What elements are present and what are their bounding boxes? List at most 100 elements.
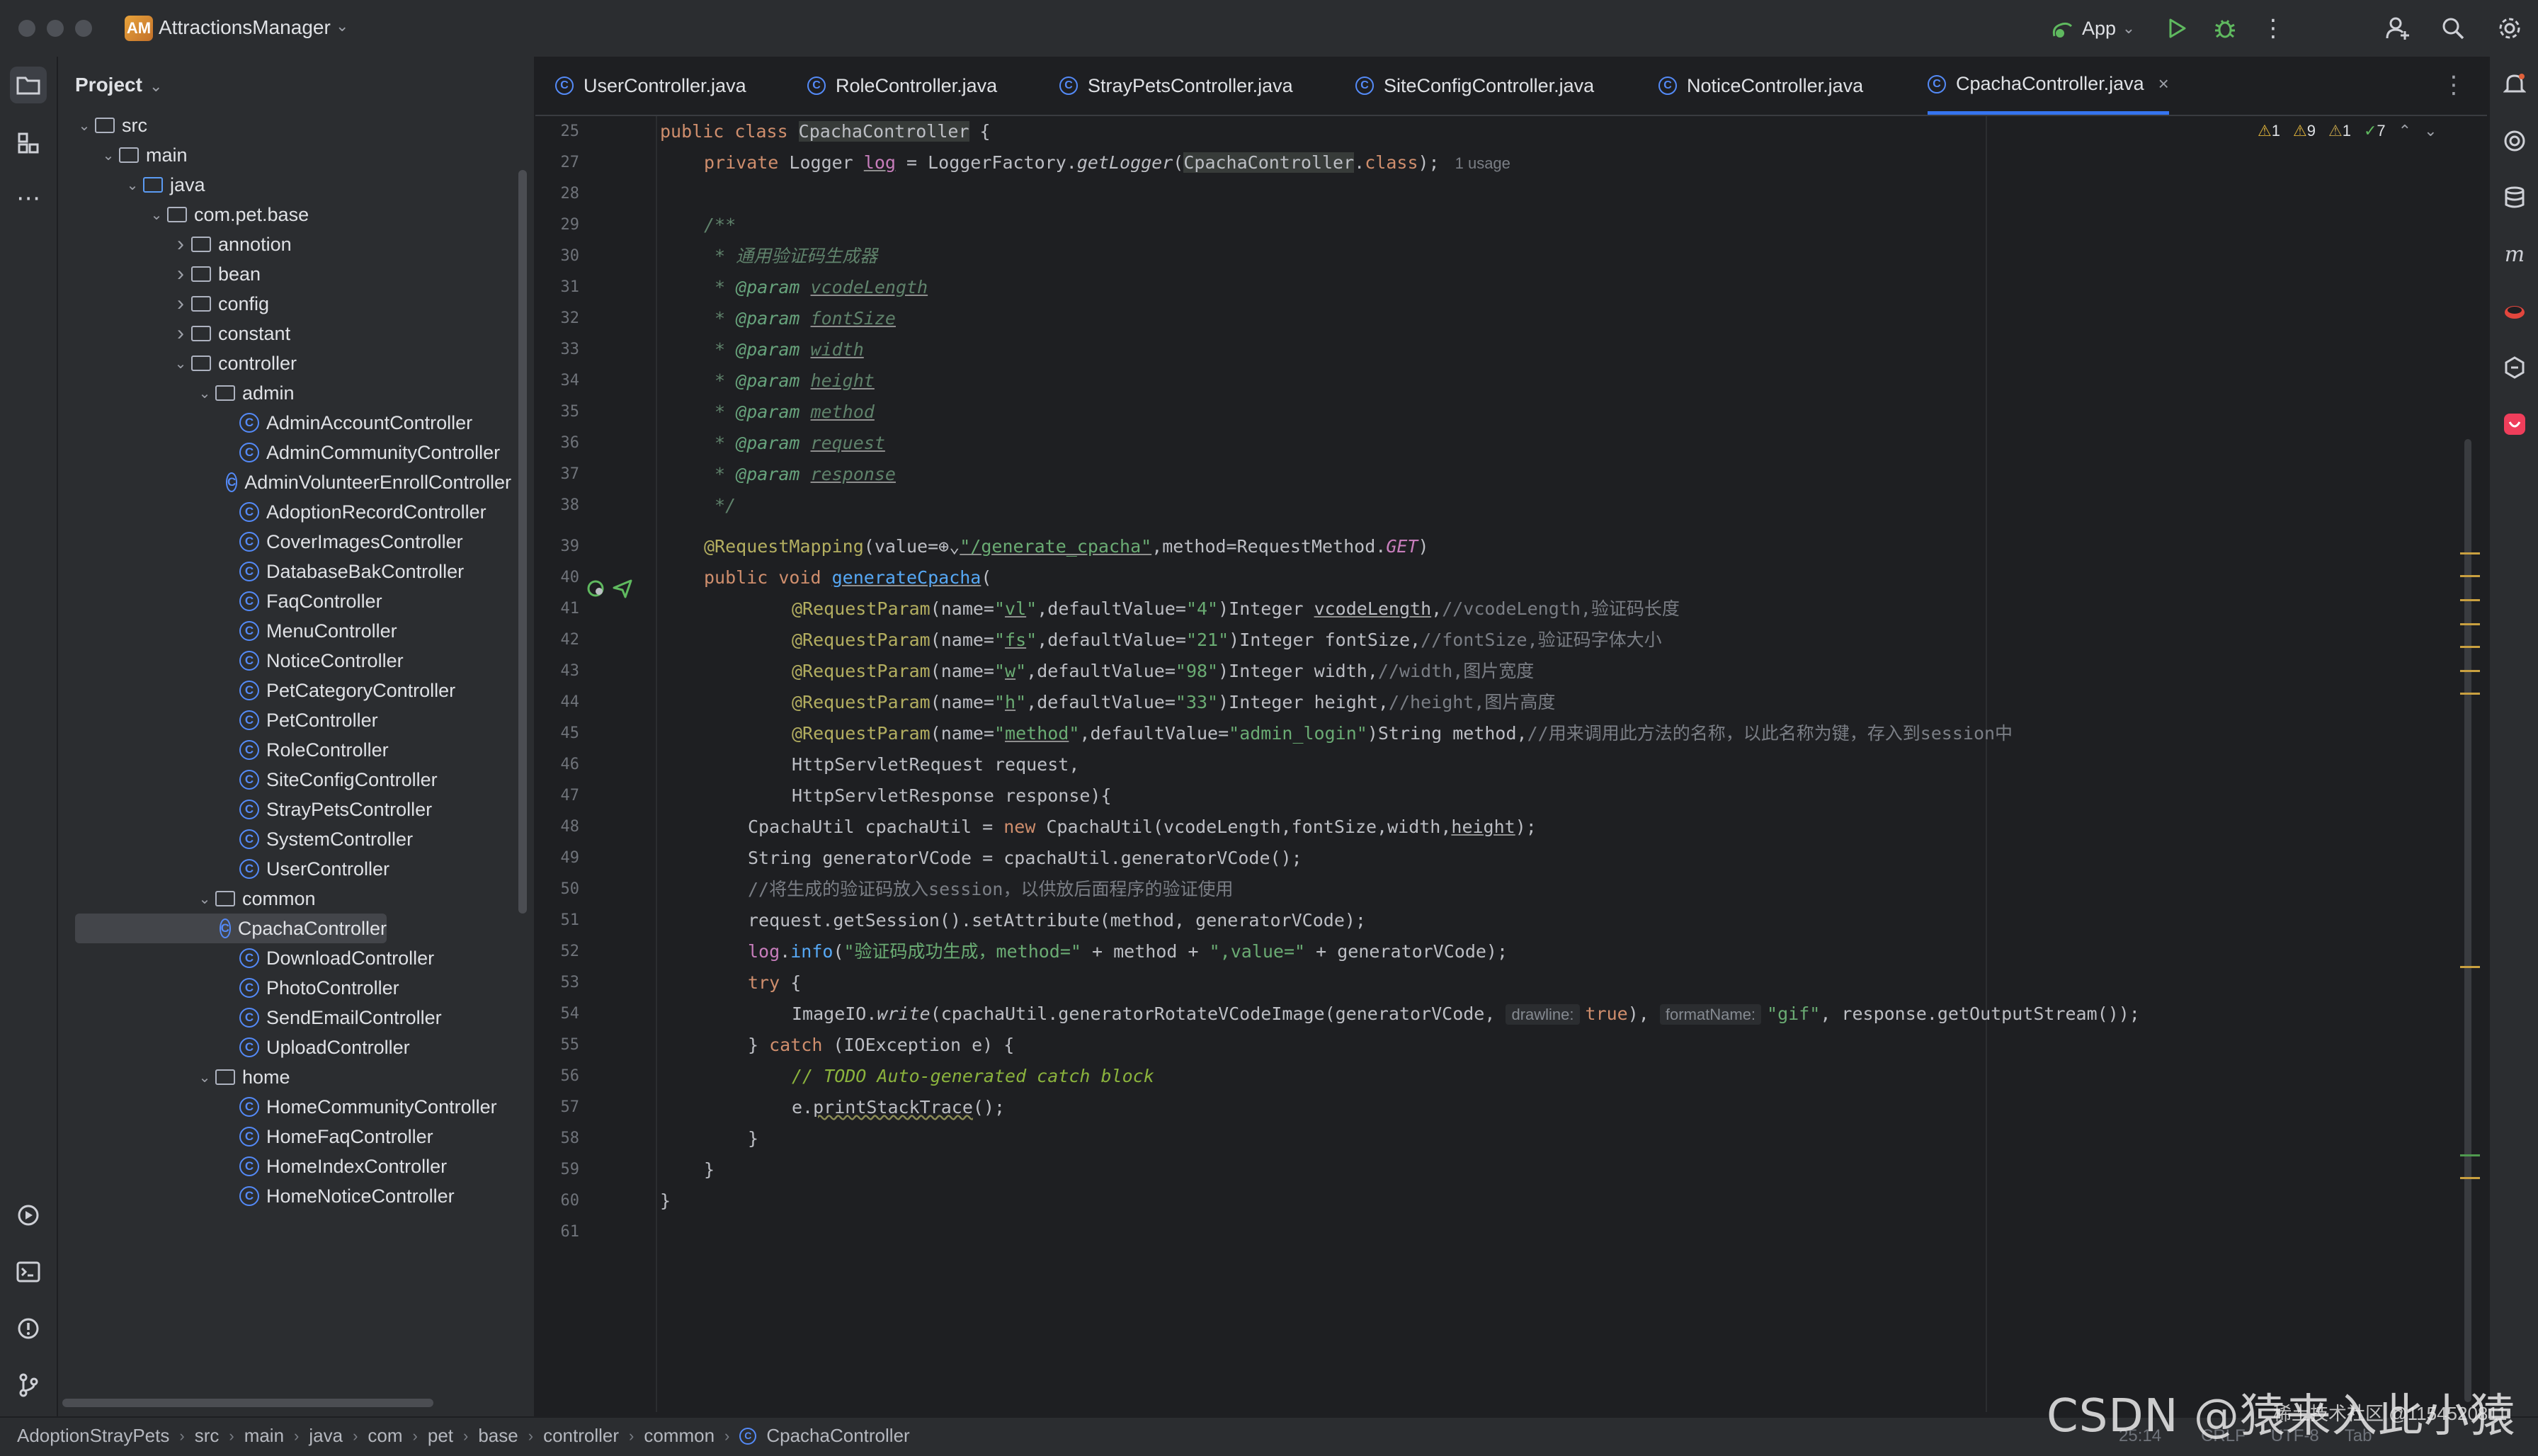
warning-marker[interactable] — [2460, 623, 2480, 625]
tree-class-item[interactable]: C PhotoController — [58, 973, 511, 1003]
project-tree-scrollbar[interactable] — [518, 170, 527, 914]
warning-marker[interactable] — [2460, 670, 2480, 672]
tree-class-item[interactable]: C UserController — [58, 854, 511, 884]
chevron-down-icon[interactable]: ⌄ — [146, 206, 167, 224]
project-folder-icon[interactable] — [10, 67, 47, 103]
chevron-up-icon[interactable]: ⌃ — [2398, 122, 2411, 140]
tree-folder-item[interactable]: ⌄ src — [58, 110, 511, 140]
close-window-button[interactable] — [18, 20, 35, 37]
breadcrumb-item[interactable]: AdoptionStrayPets — [17, 1425, 169, 1447]
tree-folder-item[interactable]: ⌄ admin — [58, 378, 511, 408]
git-branch-icon[interactable] — [10, 1367, 47, 1404]
maven-icon[interactable]: m — [2497, 237, 2532, 272]
tree-folder-item[interactable]: ⌄ java — [58, 170, 511, 200]
tree-class-item[interactable]: C DatabaseBakController — [58, 557, 511, 586]
project-tree-hscrollbar[interactable] — [62, 1399, 433, 1407]
todo-marker[interactable] — [2460, 1154, 2480, 1156]
more-tools-icon[interactable]: ⋯ — [10, 180, 47, 217]
tree-class-item[interactable]: C UploadController — [58, 1033, 511, 1062]
chevron-down-icon[interactable]: ⌄ — [98, 147, 119, 164]
chevron-down-icon[interactable]: ⌄ — [2424, 122, 2437, 140]
plugin-icon[interactable] — [2497, 293, 2532, 329]
chevron-down-icon[interactable]: ⌄ — [194, 890, 215, 908]
tree-folder-item[interactable]: ⌄ home — [58, 1062, 511, 1092]
chevron-down-icon[interactable]: ⌄ — [194, 1069, 215, 1086]
tree-folder-item[interactable]: › constant — [58, 319, 511, 348]
breadcrumb-item[interactable]: com — [368, 1425, 402, 1447]
usage-hint[interactable]: 1 usage — [1455, 154, 1510, 172]
chevron-down-icon[interactable]: ⌄ — [336, 17, 348, 35]
services-icon[interactable] — [10, 1197, 47, 1234]
debug-icon[interactable] — [2208, 11, 2242, 45]
tab-cpachacontroller[interactable]: C CpachaController.java × — [1928, 57, 2169, 115]
database-icon[interactable] — [2497, 180, 2532, 215]
tree-class-item[interactable]: C AdminVolunteerEnrollController — [58, 467, 511, 497]
tree-class-item[interactable]: C HomeCommunityController — [58, 1092, 511, 1122]
chevron-down-icon[interactable]: ⌄ — [122, 176, 143, 194]
gradle-icon[interactable] — [2497, 350, 2532, 385]
project-panel-title[interactable]: Project ⌄ — [75, 74, 162, 96]
breadcrumb-item[interactable]: pet — [428, 1425, 453, 1447]
chevron-right-icon[interactable]: › — [170, 322, 191, 346]
run-config-icon[interactable] — [2045, 11, 2079, 45]
tree-class-item[interactable]: C RoleController — [58, 735, 511, 765]
warning-marker[interactable] — [2460, 1177, 2480, 1179]
structure-icon[interactable] — [10, 125, 47, 161]
chevron-right-icon[interactable]: › — [170, 262, 191, 286]
spring-bean-gutter-icon[interactable] — [586, 578, 608, 603]
tab-options-icon[interactable]: ⋮ — [2442, 71, 2466, 99]
breadcrumb-item[interactable]: controller — [543, 1425, 619, 1447]
minimize-window-button[interactable] — [47, 20, 64, 37]
tree-class-item[interactable]: C StrayPetsController — [58, 795, 511, 824]
tree-class-item[interactable]: C HomeNoticeController — [58, 1181, 511, 1211]
project-name[interactable]: AttractionsManager — [159, 16, 331, 39]
tree-folder-item[interactable]: ⌄ controller — [58, 348, 511, 378]
tree-class-item[interactable]: C NoticeController — [58, 646, 511, 676]
tree-class-item[interactable]: C MenuController — [58, 616, 511, 646]
notifications-bell-icon[interactable] — [2497, 67, 2532, 102]
code-editor[interactable]: public class CpachaController { private … — [657, 116, 2470, 1412]
search-icon[interactable] — [2436, 11, 2470, 45]
chevron-down-icon[interactable]: ⌄ — [74, 117, 95, 135]
tree-class-item[interactable]: C AdminAccountController — [58, 408, 511, 438]
tree-class-item[interactable]: C AdoptionRecordController — [58, 497, 511, 527]
tree-folder-item[interactable]: ⌄ main — [58, 140, 511, 170]
tab-rolecontroller[interactable]: C RoleController.java — [807, 57, 997, 115]
terminal-icon[interactable] — [10, 1253, 47, 1290]
tree-class-item[interactable]: C HomeIndexController — [58, 1151, 511, 1181]
warning-marker[interactable] — [2460, 599, 2480, 601]
run-config-selector[interactable]: App — [2078, 11, 2120, 45]
chevron-right-icon[interactable]: › — [170, 292, 191, 316]
breadcrumb-item[interactable]: CpachaController — [766, 1425, 909, 1447]
tree-class-item[interactable]: C CpachaController — [75, 914, 387, 943]
tree-class-item[interactable]: C AdminCommunityController — [58, 438, 511, 467]
chevron-right-icon[interactable]: › — [170, 232, 191, 256]
tree-class-item[interactable]: C DownloadController — [58, 943, 511, 973]
add-user-icon[interactable] — [2381, 11, 2415, 45]
close-tab-icon[interactable]: × — [2158, 73, 2169, 95]
breadcrumb-item[interactable]: base — [478, 1425, 518, 1447]
tab-straypetscontroller[interactable]: C StrayPetsController.java — [1059, 57, 1293, 115]
warning-marker[interactable] — [2460, 693, 2480, 695]
inspection-widget[interactable]: ⚠1 ⚠9 ⚠1 ✓7 ⌃ ⌄ — [2258, 122, 2437, 140]
tree-folder-item[interactable]: › config — [58, 289, 511, 319]
breadcrumb-item[interactable]: common — [644, 1425, 715, 1447]
chevron-down-icon[interactable]: ⌄ — [170, 355, 191, 372]
tree-folder-item[interactable]: ⌄ com.pet.base — [58, 200, 511, 229]
tab-siteconfigcontroller[interactable]: C SiteConfigController.java — [1355, 57, 1594, 115]
project-badge[interactable]: AM — [125, 16, 153, 41]
zoom-window-button[interactable] — [75, 20, 92, 37]
editor-scrollbar[interactable] — [2464, 439, 2471, 1402]
problems-icon[interactable] — [10, 1310, 47, 1347]
warning-marker[interactable] — [2460, 552, 2480, 554]
tree-folder-item[interactable]: ⌄ common — [58, 884, 511, 914]
tree-class-item[interactable]: C CoverImagesController — [58, 527, 511, 557]
tab-usercontroller[interactable]: C UserController.java — [555, 57, 746, 115]
chevron-down-icon[interactable]: ⌄ — [2119, 11, 2139, 45]
warning-marker[interactable] — [2460, 575, 2480, 577]
tree-class-item[interactable]: C SiteConfigController — [58, 765, 511, 795]
breadcrumb-item[interactable]: main — [244, 1425, 284, 1447]
tree-class-item[interactable]: C SystemController — [58, 824, 511, 854]
breadcrumb-item[interactable]: java — [309, 1425, 343, 1447]
tree-class-item[interactable]: C HomeFaqController — [58, 1122, 511, 1151]
